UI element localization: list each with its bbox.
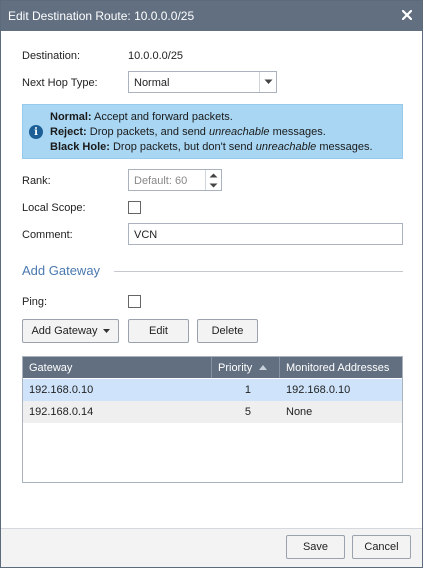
info-reject-text: Drop packets, and send: [86, 126, 209, 138]
dialog-title: Edit Destination Route: 10.0.0.0/25: [8, 9, 195, 23]
info-blackhole-text-end: messages.: [316, 141, 373, 153]
sort-ascending-icon: [259, 365, 268, 370]
delete-gateway-button-label: Delete: [211, 325, 244, 337]
column-header-priority[interactable]: Priority: [218, 357, 268, 378]
column-header-monitored[interactable]: Monitored Addresses: [286, 357, 389, 378]
info-icon: i: [29, 125, 43, 139]
chevron-down-icon: [102, 329, 110, 333]
info-blackhole-text: Drop packets, but don't send: [109, 141, 256, 153]
destination-label: Destination:: [22, 50, 81, 62]
comment-value: VCN: [134, 229, 158, 241]
next-hop-type-select[interactable]: Normal: [128, 71, 277, 93]
chevron-up-icon[interactable]: [206, 170, 221, 180]
next-hop-label: Next Hop Type:: [22, 77, 98, 89]
add-gateway-section-title: Add Gateway: [22, 263, 101, 278]
rank-label: Rank:: [22, 175, 51, 187]
dialog-titlebar: Edit Destination Route: 10.0.0.0/25: [1, 1, 422, 31]
info-blackhole-line: Black Hole: Drop packets, but don't send…: [50, 141, 373, 153]
dialog-body: Destination: 10.0.0.0/25 Next Hop Type: …: [1, 31, 422, 528]
info-normal-text: Accept and forward packets.: [91, 111, 233, 123]
info-blackhole-title: Black Hole:: [50, 141, 110, 153]
ping-label: Ping:: [22, 296, 48, 308]
comment-label: Comment:: [22, 229, 73, 241]
column-separator: [211, 357, 212, 378]
column-header-priority-label: Priority: [218, 361, 253, 374]
ping-checkbox[interactable]: [128, 295, 141, 308]
cell-monitored: None: [286, 406, 313, 418]
info-reject-title: Reject:: [50, 126, 87, 138]
cell-priority: 1: [244, 384, 251, 396]
cell-monitored: 192.168.0.10: [286, 384, 351, 396]
local-scope-checkbox[interactable]: [128, 201, 141, 214]
cancel-button-label: Cancel: [364, 541, 399, 553]
close-icon[interactable]: [400, 8, 414, 22]
save-button-label: Save: [302, 541, 329, 553]
next-hop-info-box: i Normal: Accept and forward packets. Re…: [22, 104, 403, 159]
column-header-gateway[interactable]: Gateway: [29, 357, 72, 378]
rank-placeholder: Default: 60: [134, 175, 188, 187]
destination-value: 10.0.0.0/25: [128, 50, 184, 62]
info-reject-text-end: messages.: [269, 126, 326, 138]
edit-gateway-button[interactable]: Edit: [128, 319, 189, 343]
delete-gateway-button[interactable]: Delete: [197, 319, 258, 343]
info-reject-line: Reject: Drop packets, and send unreachab…: [50, 126, 326, 138]
edit-gateway-button-label: Edit: [149, 325, 168, 337]
gateway-table-header: Gateway Priority Monitored Addresses: [23, 357, 402, 378]
add-gateway-button-label: Add Gateway: [31, 325, 98, 337]
column-header-monitored-label: Monitored Addresses: [286, 361, 390, 374]
info-reject-italic: unreachable: [208, 126, 270, 138]
column-header-gateway-label: Gateway: [29, 361, 73, 374]
add-gateway-button[interactable]: Add Gateway: [22, 319, 119, 343]
save-button[interactable]: Save: [286, 535, 345, 559]
column-separator: [279, 357, 280, 378]
edit-route-dialog: Edit Destination Route: 10.0.0.0/25 Dest…: [0, 0, 423, 568]
info-normal-title: Normal:: [50, 111, 92, 123]
cell-gateway: 192.168.0.14: [29, 406, 94, 418]
gateway-table: Gateway Priority Monitored Addresses 192…: [22, 356, 403, 483]
dialog-footer: Save Cancel: [1, 528, 422, 567]
comment-input[interactable]: VCN: [128, 223, 403, 245]
info-blackhole-italic: unreachable: [255, 141, 317, 153]
table-row[interactable]: 192.168.0.10 1 192.168.0.10: [23, 379, 402, 401]
chevron-down-icon[interactable]: [206, 180, 221, 190]
cancel-button[interactable]: Cancel: [352, 535, 411, 559]
table-row[interactable]: 192.168.0.14 5 None: [23, 401, 402, 423]
rank-spinner-buttons: [205, 170, 221, 190]
next-hop-value: Normal: [134, 77, 170, 89]
section-divider: [114, 271, 403, 272]
rank-spinner[interactable]: Default: 60: [128, 169, 222, 191]
chevron-down-icon[interactable]: [259, 72, 276, 92]
cell-gateway: 192.168.0.10: [29, 384, 94, 396]
info-normal-line: Normal: Accept and forward packets.: [50, 111, 233, 123]
cell-priority: 5: [244, 406, 251, 418]
local-scope-label: Local Scope:: [22, 202, 86, 214]
